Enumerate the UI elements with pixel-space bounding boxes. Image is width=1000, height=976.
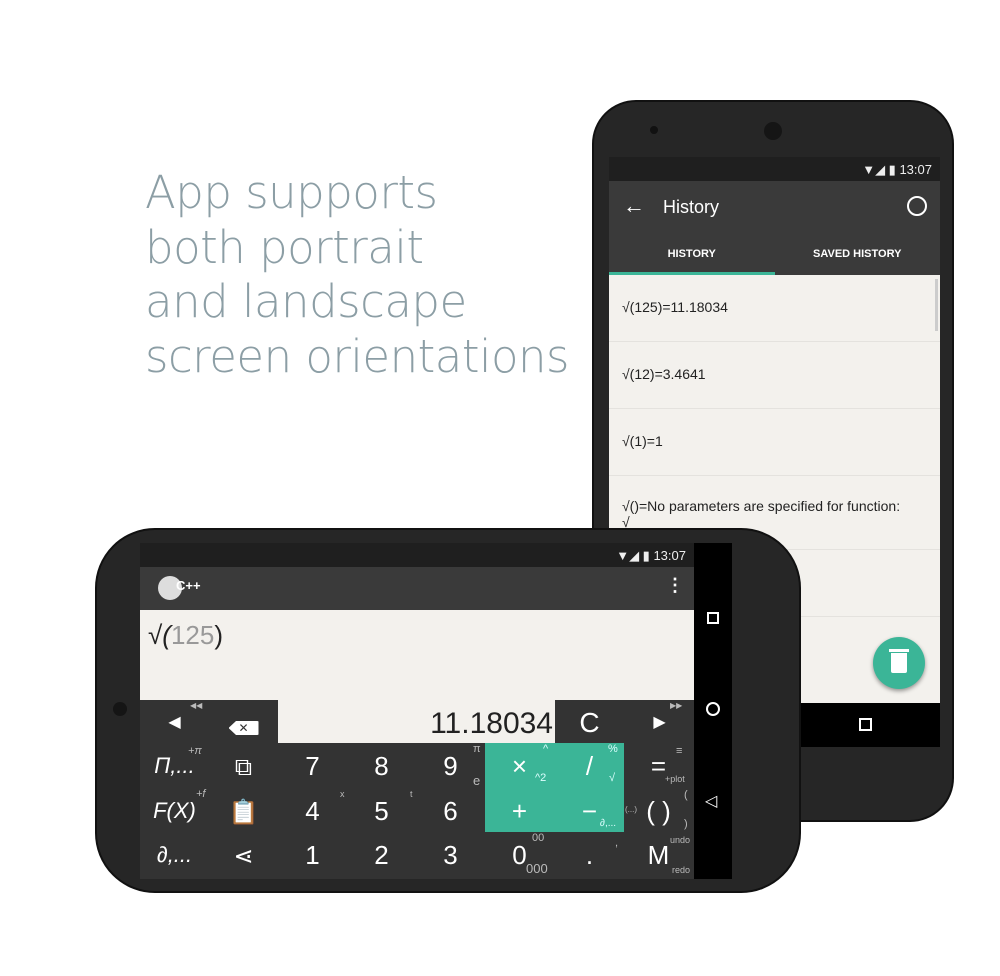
app-bar: C++ ⋮ <box>140 567 694 610</box>
key[interactable]: 1 <box>278 832 347 876</box>
key-hint: x <box>340 789 345 799</box>
sensor <box>650 126 658 134</box>
copy-button[interactable]: ⧉ <box>209 743 278 787</box>
cursor-right-button[interactable]: ▶ <box>625 700 694 744</box>
key-hint: 00 <box>532 832 545 844</box>
arrow-left-icon[interactable]: ← <box>623 193 645 219</box>
expression-display[interactable]: √(125) <box>140 610 694 700</box>
expression-close: ) <box>214 620 223 650</box>
key[interactable]: 8 <box>347 743 416 787</box>
tab-saved-history[interactable]: SAVED HISTORY <box>775 233 941 275</box>
key-hint: +plot <box>665 774 685 784</box>
more-vert-icon[interactable]: ⋮ <box>666 575 684 596</box>
key-hint: ) <box>684 818 688 830</box>
tab-bar: HISTORY SAVED HISTORY <box>609 233 940 275</box>
list-item[interactable]: √(125)=11.18034 <box>609 275 940 342</box>
app-bar: ← History <box>609 181 940 233</box>
status-bar: ▼◢ ▮ 13:07 <box>140 543 694 567</box>
key-hint: 000 <box>526 861 548 876</box>
trash-icon <box>891 653 907 673</box>
landscape-phone: ▼◢ ▮ 13:07 C++ ⋮ √(125) 11.18034 ◀ ◀◀ ✕ … <box>95 528 801 893</box>
key-hint: √ <box>609 772 616 784</box>
key[interactable]: . <box>555 832 624 876</box>
item-text: √()=No parameters are specified for func… <box>622 498 901 514</box>
key[interactable]: 2 <box>347 832 416 876</box>
camera <box>113 702 127 716</box>
status-time: 13:07 <box>899 162 932 177</box>
key[interactable]: 7 <box>278 743 347 787</box>
key-hint: π <box>473 743 481 755</box>
expression-function: √( <box>148 620 171 650</box>
scrollbar[interactable] <box>935 279 938 331</box>
key-hint: ^2 <box>535 772 547 784</box>
headline-line: App supports <box>145 166 438 219</box>
key-hint: % <box>608 743 618 755</box>
cursor-home-hint: ◀◀ <box>190 701 203 710</box>
cursor-end-hint: ▶▶ <box>670 701 683 710</box>
expression-argument: 125 <box>170 620 215 650</box>
paste-icon: 📋 <box>228 798 259 826</box>
headline-line: screen orientations <box>145 329 570 383</box>
app-logo-text: C++ <box>176 578 201 593</box>
clock-icon[interactable] <box>907 196 927 216</box>
home-icon[interactable] <box>706 702 720 716</box>
clear-button[interactable]: C <box>555 700 624 744</box>
share-button[interactable]: ⋖ <box>209 832 278 876</box>
key-hint: +f <box>196 788 206 800</box>
key[interactable]: 4 <box>278 788 347 832</box>
share-icon: ⋖ <box>233 843 254 870</box>
key-hint: ^ <box>543 743 549 755</box>
list-item[interactable]: √(12)=3.4641 <box>609 342 940 409</box>
key[interactable]: 5 <box>347 788 416 832</box>
recents-icon[interactable] <box>859 718 872 731</box>
headline-line: both portrait <box>145 220 424 274</box>
delete-history-button[interactable] <box>873 637 925 689</box>
key-hint: +π <box>188 745 202 757</box>
key-hint: undo <box>670 835 691 845</box>
nav-bar: ◁ <box>694 543 732 879</box>
headline: App supports both portrait and landscape… <box>145 166 570 384</box>
recents-icon[interactable] <box>707 612 719 624</box>
tab-history[interactable]: HISTORY <box>609 233 775 275</box>
status-bar: ▼◢ ▮ 13:07 <box>609 157 940 181</box>
paste-button[interactable]: 📋 <box>209 788 278 832</box>
key-hint: , <box>615 837 619 849</box>
key-hint: e <box>473 773 481 788</box>
key-hint: redo <box>672 865 691 875</box>
key-hint: ≡ <box>676 745 683 757</box>
key[interactable]: + <box>485 788 554 832</box>
back-icon[interactable]: ◁ <box>705 791 717 811</box>
key[interactable]: 3 <box>416 832 485 876</box>
backspace-button[interactable]: ✕ <box>209 700 278 744</box>
camera <box>764 122 782 140</box>
key-hint: t <box>410 789 413 799</box>
status-time: 13:07 <box>653 548 686 563</box>
key-hint: (...) <box>625 805 637 814</box>
key-hint: ( <box>684 789 688 801</box>
landscape-screen: ▼◢ ▮ 13:07 C++ ⋮ √(125) 11.18034 ◀ ◀◀ ✕ … <box>140 543 732 879</box>
key[interactable]: 6 <box>416 788 485 832</box>
headline-line: and landscape <box>145 275 467 328</box>
list-item[interactable]: √(1)=1 <box>609 409 940 476</box>
key-hint: ∂,... <box>600 818 617 829</box>
page-title: History <box>663 197 720 217</box>
backspace-icon: ✕ <box>228 721 259 735</box>
copy-icon: ⧉ <box>234 754 253 781</box>
result-display: 11.18034 <box>278 700 555 743</box>
key[interactable]: ∂,... <box>140 832 209 876</box>
trash-lid <box>889 649 909 652</box>
